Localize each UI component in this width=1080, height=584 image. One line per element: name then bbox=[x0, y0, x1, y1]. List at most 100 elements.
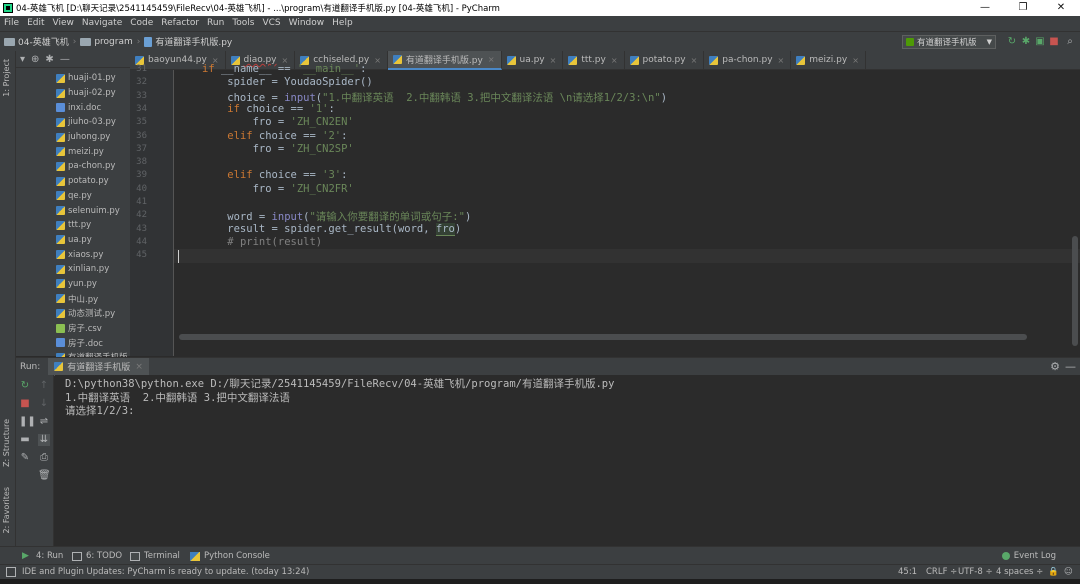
menu-code[interactable]: Code bbox=[126, 16, 157, 31]
close-tab-icon[interactable]: × bbox=[550, 56, 557, 65]
settings-icon[interactable]: ✱ bbox=[45, 54, 53, 65]
project-file-item[interactable]: 动态测试.py bbox=[16, 306, 130, 321]
event-log-tool-tab[interactable]: Event Log bbox=[1001, 547, 1056, 565]
minimize-button[interactable]: — bbox=[966, 0, 1004, 16]
rerun-icon[interactable]: ↻ bbox=[19, 380, 31, 392]
menu-edit[interactable]: Edit bbox=[23, 16, 48, 31]
menu-vcs[interactable]: VCS bbox=[258, 16, 284, 31]
editor-vertical-scrollbar[interactable] bbox=[1072, 236, 1078, 346]
project-file-item[interactable]: meizi.py bbox=[16, 144, 130, 159]
print-icon[interactable]: ⎙ bbox=[38, 452, 50, 464]
layout-icon[interactable]: ▬ bbox=[19, 434, 31, 446]
todo-tool-tab[interactable]: 6: TODO bbox=[72, 547, 122, 565]
python-file-icon bbox=[56, 147, 65, 157]
close-tab-icon[interactable]: × bbox=[374, 56, 381, 65]
pycharm-logo-icon bbox=[3, 3, 13, 13]
search-icon[interactable]: ⌕ bbox=[1064, 36, 1076, 48]
trash-icon[interactable]: 🗑 bbox=[38, 470, 51, 482]
breadcrumb-folder-label: program bbox=[94, 36, 133, 47]
close-tab-icon[interactable]: × bbox=[852, 56, 859, 65]
project-file-item[interactable]: inxi.doc bbox=[16, 100, 130, 115]
code-editor[interactable]: if __name__ == '__main__': spider = Youd… bbox=[173, 63, 1080, 356]
toggle-tool-windows-icon[interactable] bbox=[6, 567, 16, 577]
editor-tab[interactable]: pa-chon.py × bbox=[704, 50, 792, 70]
rerun-icon[interactable]: ↻ bbox=[1006, 36, 1018, 48]
menu-window[interactable]: Window bbox=[285, 16, 329, 31]
pin-icon[interactable]: ✎ bbox=[19, 452, 31, 464]
run-tool-tab[interactable]: ▶ 4: Run bbox=[22, 547, 63, 565]
project-file-item[interactable]: pa-chon.py bbox=[16, 159, 130, 174]
coverage-icon[interactable]: ▣ bbox=[1034, 36, 1046, 48]
lock-icon[interactable]: 🔒 bbox=[1048, 567, 1059, 577]
run-configuration-select[interactable]: 有道翻译手机版 ▼ bbox=[902, 35, 996, 49]
breadcrumb-project[interactable]: 04-英雄飞机 › bbox=[4, 35, 76, 48]
close-tab-icon[interactable]: × bbox=[691, 56, 698, 65]
soft-wrap-icon[interactable]: ⇌ bbox=[38, 416, 50, 428]
indent-setting[interactable]: 4 spaces ÷ bbox=[996, 567, 1043, 577]
menu-tools[interactable]: Tools bbox=[228, 16, 258, 31]
editor-tab[interactable]: 有道翻译手机版.py × bbox=[387, 50, 502, 70]
hide-panel-icon[interactable]: — bbox=[1065, 360, 1076, 373]
cursor-position[interactable]: 45:1 bbox=[898, 567, 917, 577]
project-tool-tab[interactable]: 1: Project bbox=[2, 59, 11, 97]
project-file-item[interactable]: 房子.csv bbox=[16, 321, 130, 336]
project-file-item[interactable]: 房子.doc bbox=[16, 335, 130, 350]
menu-navigate[interactable]: Navigate bbox=[78, 16, 126, 31]
project-file-item[interactable]: qe.py bbox=[16, 189, 130, 204]
structure-tool-tab[interactable]: Z: Structure bbox=[2, 419, 11, 467]
project-file-item[interactable]: selenuim.py bbox=[16, 203, 130, 218]
project-file-label: 中山.py bbox=[68, 294, 99, 305]
project-file-item[interactable]: 中山.py bbox=[16, 291, 130, 306]
gear-icon[interactable]: ⚙ bbox=[1050, 360, 1060, 373]
locate-icon[interactable]: ⊕ bbox=[31, 54, 39, 65]
menu-help[interactable]: Help bbox=[328, 16, 357, 31]
breadcrumb-file[interactable]: 有道翻译手机版.py bbox=[144, 35, 232, 48]
menu-run[interactable]: Run bbox=[203, 16, 228, 31]
stop-icon[interactable]: ■ bbox=[1048, 36, 1060, 48]
breadcrumb-folder[interactable]: program › bbox=[80, 37, 140, 47]
project-file-item[interactable]: xiaos.py bbox=[16, 247, 130, 262]
close-tab-icon[interactable]: × bbox=[135, 362, 143, 372]
run-console[interactable]: D:\python38\python.exe D:/聊天记录/254114545… bbox=[55, 375, 1080, 546]
arrow-up-icon[interactable]: ↑ bbox=[38, 380, 50, 392]
arrow-down-icon[interactable]: ↓ bbox=[38, 398, 50, 410]
close-button[interactable]: ✕ bbox=[1042, 0, 1080, 16]
editor-tab[interactable]: ttt.py × bbox=[563, 50, 625, 70]
close-tab-icon[interactable]: × bbox=[488, 55, 495, 64]
pause-icon[interactable]: ❚❚ bbox=[19, 416, 36, 428]
close-tab-icon[interactable]: × bbox=[611, 56, 618, 65]
project-file-item[interactable]: huaji-02.py bbox=[16, 86, 130, 101]
project-file-item[interactable]: potato.py bbox=[16, 174, 130, 189]
editor-tab[interactable]: meizi.py × bbox=[791, 50, 866, 70]
inspector-icon[interactable]: ☺ bbox=[1064, 567, 1073, 577]
menu-refactor[interactable]: Refactor bbox=[157, 16, 203, 31]
close-tab-icon[interactable]: × bbox=[778, 56, 785, 65]
stop-icon[interactable]: ■ bbox=[19, 398, 31, 410]
editor-horizontal-scrollbar[interactable] bbox=[179, 334, 1027, 340]
terminal-tool-tab[interactable]: Terminal bbox=[130, 547, 180, 565]
line-separator[interactable]: CRLF ÷ bbox=[926, 567, 957, 577]
python-console-tool-tab[interactable]: Python Console bbox=[190, 547, 270, 565]
project-file-item[interactable]: juhong.py bbox=[16, 130, 130, 145]
status-message[interactable]: IDE and Plugin Updates: PyCharm is ready… bbox=[22, 567, 309, 577]
project-file-item[interactable]: ttt.py bbox=[16, 218, 130, 233]
editor-tab[interactable]: potato.py × bbox=[625, 50, 705, 70]
project-file-item[interactable]: xinlian.py bbox=[16, 262, 130, 277]
project-file-item[interactable]: yun.py bbox=[16, 277, 130, 292]
favorites-tool-tab[interactable]: 2: Favorites bbox=[2, 487, 11, 533]
menu-view[interactable]: View bbox=[49, 16, 78, 31]
left-tool-strip: 1: Project Z: Structure 2: Favorites bbox=[0, 51, 16, 546]
editor-tab[interactable]: ua.py × bbox=[502, 50, 564, 70]
debug-icon[interactable]: ✱ bbox=[1020, 36, 1032, 48]
project-file-item[interactable]: ua.py bbox=[16, 233, 130, 248]
scroll-to-end-icon[interactable]: ⇊ bbox=[38, 434, 50, 446]
file-encoding[interactable]: UTF-8 ÷ bbox=[958, 567, 993, 577]
run-tab[interactable]: 有道翻译手机版 × bbox=[48, 357, 149, 376]
line-number: 42 bbox=[136, 210, 147, 221]
maximize-button[interactable]: ❐ bbox=[1004, 0, 1042, 16]
project-file-item[interactable]: jiuho-03.py bbox=[16, 115, 130, 130]
menu-file[interactable]: File bbox=[0, 16, 23, 31]
project-file-item[interactable]: huaji-01.py bbox=[16, 71, 130, 86]
collapse-icon[interactable]: — bbox=[60, 54, 70, 65]
project-view-icon[interactable]: ▾ bbox=[20, 54, 25, 65]
